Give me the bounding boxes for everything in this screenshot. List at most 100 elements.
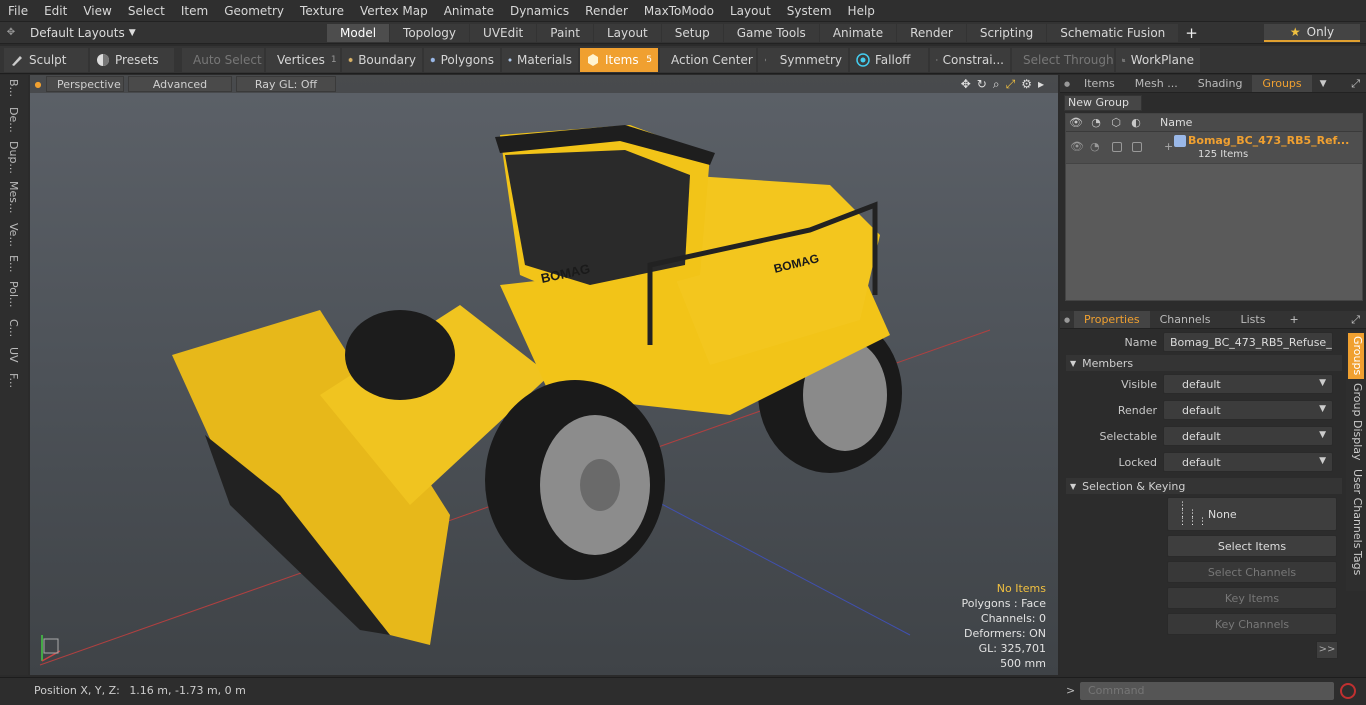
tab-topology[interactable]: Topology — [390, 23, 470, 42]
group-expand-icon[interactable]: + — [1164, 140, 1173, 153]
left-tab-curve[interactable]: C... — [4, 319, 20, 337]
grip-icon[interactable]: ✥ — [0, 27, 22, 38]
record-icon[interactable] — [1340, 683, 1356, 699]
command-input[interactable] — [1080, 682, 1334, 700]
selection-keying-section[interactable]: ▼ Selection & Keying — [1066, 478, 1342, 494]
vertices-button[interactable]: Vertices 1 — [266, 47, 340, 72]
menu-geometry[interactable]: Geometry — [216, 0, 292, 22]
group-lock-checkbox[interactable] — [1112, 142, 1122, 152]
menu-view[interactable]: View — [75, 0, 119, 22]
menu-help[interactable]: Help — [840, 0, 883, 22]
render-column-icon[interactable]: ◔ — [1086, 116, 1106, 129]
members-section[interactable]: ▼ Members — [1066, 355, 1342, 371]
tab-game-tools[interactable]: Game Tools — [723, 23, 819, 42]
eye-column-icon[interactable]: 👁 — [1066, 116, 1086, 129]
lock-column-icon[interactable]: ⬡ — [1106, 116, 1126, 129]
menu-vertex-map[interactable]: Vertex Map — [352, 0, 436, 22]
only-button[interactable]: ★ Only — [1264, 24, 1360, 42]
tab-shading[interactable]: Shading — [1188, 75, 1253, 92]
boundary-button[interactable]: Boundary — [342, 47, 422, 72]
left-tab-basic[interactable]: B... — [4, 79, 20, 97]
tab-layout[interactable]: Layout — [593, 23, 661, 42]
tab-setup[interactable]: Setup — [661, 23, 723, 42]
polygons-button[interactable]: Polygons — [424, 47, 500, 72]
menu-layout[interactable]: Layout — [722, 0, 779, 22]
left-tab-mesh-edit[interactable]: Mes... — [4, 181, 20, 213]
auto-select-button[interactable]: Auto Select — [182, 47, 264, 72]
presets-button[interactable]: Presets — [90, 47, 174, 72]
action-center-button[interactable]: Action Center — [660, 47, 756, 72]
menu-item[interactable]: Item — [173, 0, 216, 22]
tab-schematic-fusion[interactable]: Schematic Fusion — [1047, 23, 1179, 42]
sculpt-button[interactable]: Sculpt — [4, 47, 88, 72]
symmetry-button[interactable]: Symmetry — [758, 47, 848, 72]
menu-animate[interactable]: Animate — [436, 0, 502, 22]
vtab-user-channels[interactable]: User Channels — [1348, 469, 1364, 548]
tab-channels[interactable]: Channels — [1150, 311, 1221, 328]
panel-menu-dot2-icon[interactable]: ● — [1060, 316, 1074, 324]
visible-dropdown[interactable]: default ▼ — [1163, 374, 1333, 394]
compactor-model[interactable]: BOMAG BOMAG — [30, 75, 1058, 675]
left-tab-polygon[interactable]: Pol... — [4, 281, 20, 308]
menu-maxtomodo[interactable]: MaxToModo — [636, 0, 722, 22]
tab-animate[interactable]: Animate — [819, 23, 897, 42]
menu-system[interactable]: System — [779, 0, 840, 22]
panel-expand2-icon[interactable]: ⤢ — [1351, 313, 1360, 327]
key-channels-button[interactable]: Key Channels — [1167, 613, 1337, 635]
locked-dropdown[interactable]: default ▼ — [1163, 452, 1333, 472]
left-tab-deform[interactable]: De... — [4, 107, 20, 133]
tab-scripting[interactable]: Scripting — [966, 23, 1047, 42]
tab-uvedit[interactable]: UVEdit — [470, 23, 537, 42]
workplane-button[interactable]: WorkPlane — [1116, 47, 1200, 72]
none-button[interactable]: ⋮ ⋮⋮ ⋮⋮⋮ None — [1167, 497, 1337, 531]
selectable-dropdown[interactable]: default ▼ — [1163, 426, 1333, 446]
vtab-groups[interactable]: Groups — [1348, 333, 1364, 379]
tab-dropdown-icon[interactable]: ▼ — [1320, 79, 1327, 89]
left-tab-duplicate[interactable]: Dup... — [4, 141, 20, 174]
tab-render[interactable]: Render — [897, 23, 966, 42]
layout-dropdown[interactable]: Default Layouts ▼ — [22, 22, 152, 44]
group-render-icon[interactable]: ◔ — [1090, 140, 1100, 153]
key-items-button[interactable]: Key Items — [1167, 587, 1337, 609]
select-column-icon[interactable]: ◐ — [1126, 116, 1146, 129]
visible-row: Visible default ▼ — [1060, 373, 1340, 395]
menu-edit[interactable]: Edit — [36, 0, 75, 22]
new-group-button[interactable]: New Group — [1064, 95, 1142, 111]
more-button[interactable]: >> — [1316, 641, 1338, 659]
add-panel-tab-button[interactable]: + — [1289, 313, 1298, 326]
name-field[interactable]: Bomag_BC_473_RB5_Refuse_Cc — [1163, 332, 1333, 352]
select-through-button[interactable]: Select Through — [1012, 47, 1114, 72]
panel-expand-icon[interactable]: ⤢ — [1351, 77, 1360, 91]
panel-menu-dot-icon[interactable]: ● — [1060, 80, 1074, 88]
tab-groups[interactable]: Groups — [1252, 75, 1312, 92]
3d-viewport[interactable]: ● Perspective Advanced Ray GL: Off ✥ ↻ ⌕… — [30, 75, 1058, 675]
left-tab-fusion[interactable]: F... — [4, 373, 20, 388]
items-button[interactable]: Items 5 — [580, 47, 658, 72]
falloff-button[interactable]: Falloff — [850, 47, 928, 72]
select-channels-button[interactable]: Select Channels — [1167, 561, 1337, 583]
group-select-checkbox[interactable] — [1132, 142, 1142, 152]
tab-model[interactable]: Model — [327, 23, 390, 42]
left-tab-edge[interactable]: E... — [4, 255, 20, 272]
vtab-tags[interactable]: Tags — [1348, 551, 1364, 575]
tab-lists[interactable]: Lists — [1221, 311, 1286, 328]
tab-paint[interactable]: Paint — [537, 23, 593, 42]
constraints-button[interactable]: Constrai... — [930, 47, 1010, 72]
menu-select[interactable]: Select — [120, 0, 173, 22]
group-visible-eye-icon[interactable]: 👁 — [1070, 140, 1084, 153]
vtab-group-display[interactable]: Group Display — [1348, 383, 1364, 461]
menu-render[interactable]: Render — [577, 0, 636, 22]
select-items-button[interactable]: Select Items — [1167, 535, 1337, 557]
add-tab-button[interactable]: + — [1185, 24, 1198, 42]
left-tab-vertex[interactable]: Ve... — [4, 223, 20, 247]
menu-file[interactable]: File — [0, 0, 36, 22]
group-row[interactable]: 👁 ◔ + Bomag_BC_473_RB5_Ref... 125 Items — [1066, 132, 1362, 164]
tab-properties[interactable]: Properties — [1074, 311, 1150, 328]
tab-mesh[interactable]: Mesh ... — [1125, 75, 1188, 92]
tab-items[interactable]: Items — [1074, 75, 1125, 92]
left-tab-uv[interactable]: UV — [4, 347, 20, 363]
materials-button[interactable]: Materials — [502, 47, 578, 72]
render-dropdown[interactable]: default ▼ — [1163, 400, 1333, 420]
menu-texture[interactable]: Texture — [292, 0, 352, 22]
menu-dynamics[interactable]: Dynamics — [502, 0, 577, 22]
